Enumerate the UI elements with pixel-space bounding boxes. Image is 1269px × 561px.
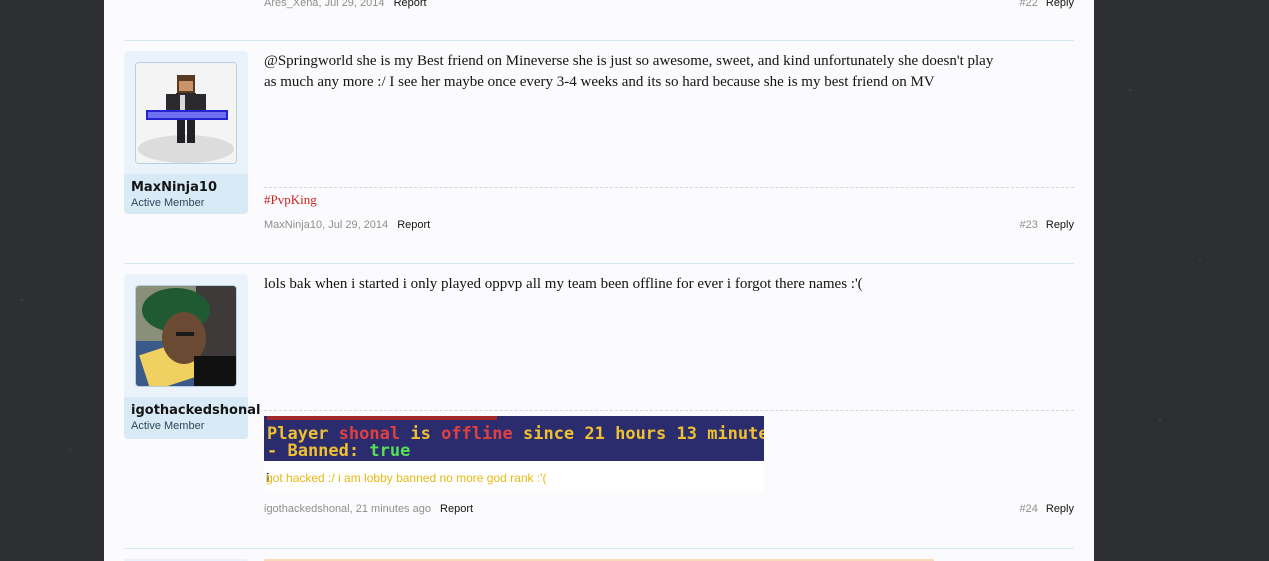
banner-word: - Banned: [267, 441, 360, 461]
post-23: MaxNinja10 Active Member @Springworld sh… [124, 40, 1074, 262]
post-text-line1: she is my Best friend on Mineverse she i… [352, 53, 994, 69]
signature: #PvpKing [264, 192, 317, 207]
post-text: lols bak when i started i only played op… [264, 276, 863, 292]
post-author-link[interactable]: Ares_Xena [264, 0, 318, 9]
post-date[interactable]: Jul 29, 2014 [328, 219, 388, 231]
post-date[interactable]: 21 minutes ago [356, 503, 431, 515]
forum-thread: Ares_Xena, Jul 29, 2014 Report #22Reply [104, 0, 1094, 561]
banner-word: since 21 hours 13 minutes [522, 424, 764, 444]
banner-word: offline [441, 424, 513, 444]
reply-link[interactable]: Reply [1046, 0, 1074, 9]
avatar[interactable] [135, 62, 237, 164]
post-number[interactable]: #22 [1020, 0, 1038, 9]
reply-link[interactable]: Reply [1046, 503, 1074, 515]
user-title: Active Member [131, 197, 205, 209]
post-number[interactable]: #24 [1020, 503, 1038, 515]
avatar[interactable] [135, 285, 237, 387]
post-author-link[interactable]: MaxNinja10 [264, 219, 322, 231]
post-date[interactable]: Jul 29, 2014 [325, 0, 385, 9]
user-mention-link[interactable]: @Springworld [264, 53, 353, 69]
post-author-link[interactable]: igothackedshonal [264, 503, 350, 515]
user-info: MaxNinja10 Active Member [124, 51, 248, 214]
post-text-line2: as much any more :/ I see her maybe once… [264, 74, 935, 90]
report-link[interactable]: Report [440, 503, 473, 515]
banner-word: is [410, 424, 431, 444]
post-meta-22: Ares_Xena, Jul 29, 2014 Report #22 Reply [264, 0, 1074, 11]
post-divider [124, 263, 1074, 264]
photo-avatar-icon [136, 286, 236, 386]
post-number[interactable]: #23 [1020, 219, 1038, 231]
report-link[interactable]: Report [394, 0, 427, 9]
username[interactable]: igothackedshonal [131, 403, 260, 418]
banner-word: true [369, 441, 411, 461]
post-25 [124, 548, 1074, 561]
post-body: lols bak when i started i only played op… [264, 274, 1074, 295]
username-box: MaxNinja10 Active Member [124, 174, 248, 214]
signature-divider [264, 187, 1074, 188]
username[interactable]: MaxNinja10 [131, 180, 217, 195]
post-divider [124, 548, 1074, 549]
post-meta-23: MaxNinja10, Jul 29, 2014 Report #23 Reply [264, 219, 1074, 231]
report-link[interactable]: Report [397, 219, 430, 231]
user-title: Active Member [131, 420, 205, 432]
signature: i got hacked :/ i am lobby banned no mor… [264, 461, 764, 491]
post-body: @Springworld she is my Best friend on Mi… [264, 51, 1074, 93]
signature-text: got hacked :/ i am lobby banned no more … [266, 471, 547, 485]
post-divider [124, 40, 1074, 41]
user-info: igothackedshonal Active Member [124, 274, 260, 439]
post-24: igothackedshonal Active Member lols bak … [124, 263, 1074, 548]
minecraft-skin-avatar-icon [136, 63, 236, 163]
reply-link[interactable]: Reply [1046, 219, 1074, 231]
signature-divider [264, 410, 1074, 411]
post-meta-24: igothackedshonal, 21 minutes ago Report … [264, 503, 1074, 515]
username-box: igothackedshonal Active Member [124, 397, 260, 439]
signature-banner-image: Player shonal is offline since 21 hours … [264, 416, 764, 461]
